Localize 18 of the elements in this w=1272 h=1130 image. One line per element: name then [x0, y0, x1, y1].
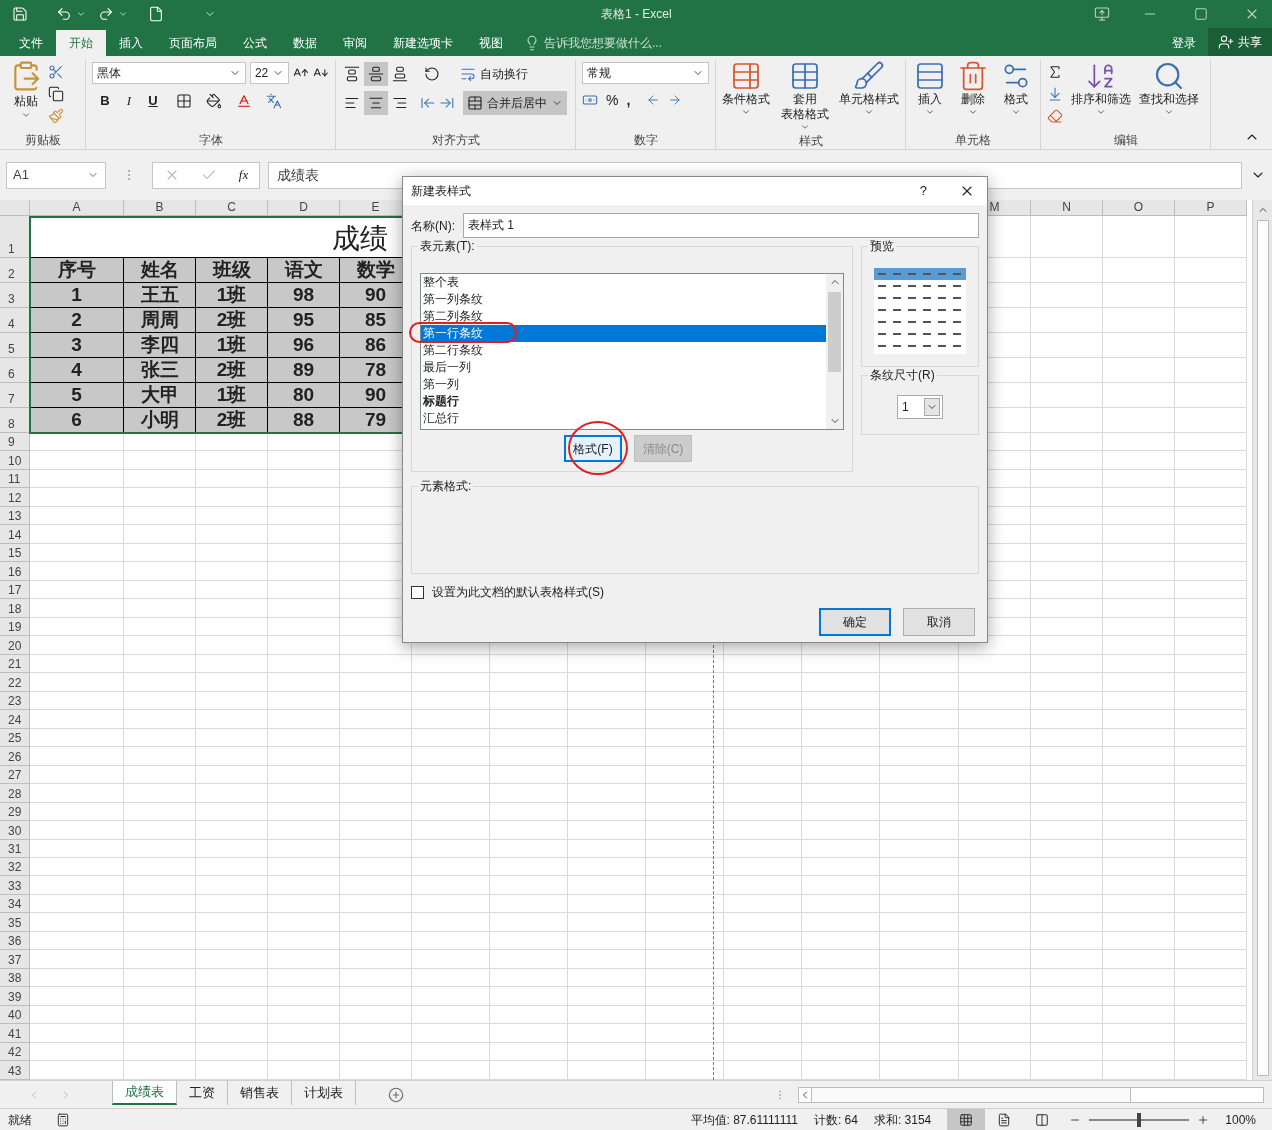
group-label: 预览	[868, 239, 896, 253]
group-label: 单元格	[955, 134, 991, 146]
group-label: 元素格式:	[418, 479, 474, 493]
status-text: 就绪	[8, 1111, 32, 1129]
group-label: 表元素(T):	[418, 239, 477, 253]
group-label: 剪贴板	[24, 134, 61, 146]
group-label: 字体	[198, 134, 223, 146]
checkbox-label: 设置为此文档的默认表格样式(S)	[432, 584, 604, 601]
window-title: 表格1 - Excel	[601, 6, 672, 23]
field-label: 名称(N):	[411, 217, 455, 235]
sum-text: 求和: 3154	[873, 1111, 932, 1129]
group-label: 对齐方式	[431, 134, 480, 146]
count-text: 计数: 64	[813, 1111, 858, 1129]
group-label: 样式	[798, 134, 823, 147]
group-label: 条纹尺寸(R)	[868, 368, 937, 382]
group-label: 编辑	[1113, 134, 1138, 146]
average-text: 平均值: 87.61111111	[690, 1111, 798, 1129]
group-label: 数字	[633, 134, 658, 146]
